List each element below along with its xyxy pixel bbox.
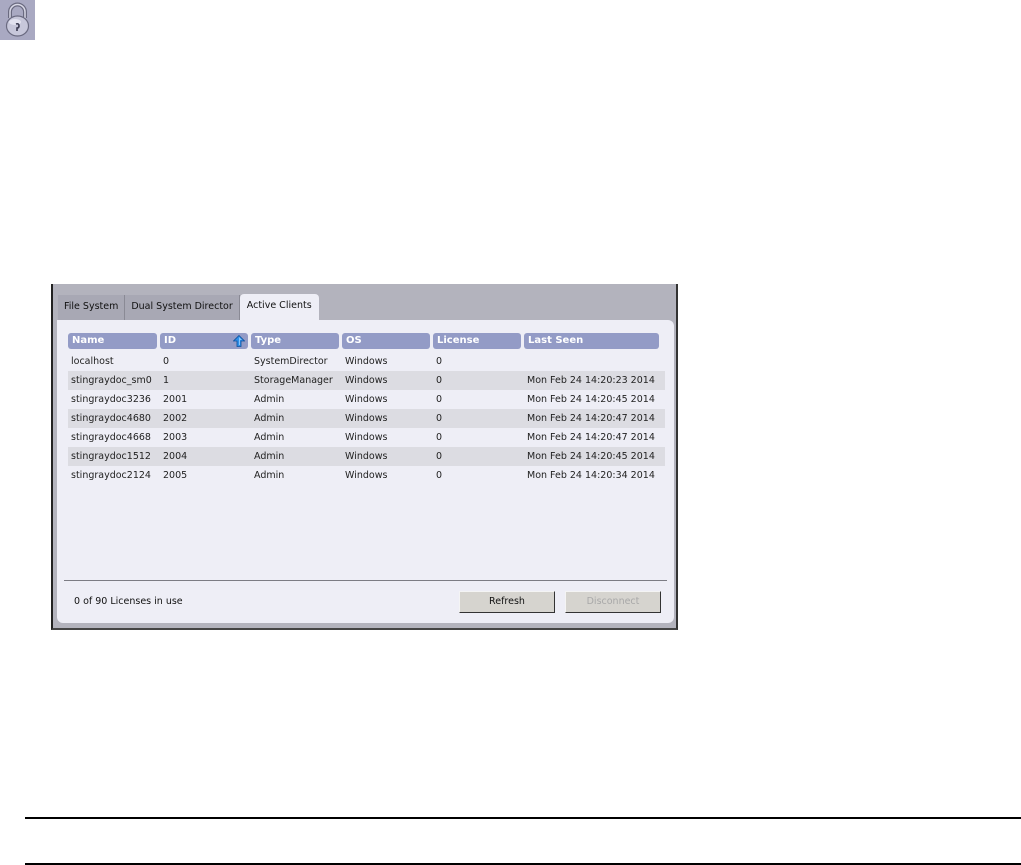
tab-dual-system-director[interactable]: Dual System Director xyxy=(125,295,240,320)
tab-active-clients[interactable]: Active Clients xyxy=(239,294,319,320)
column-header-label: Name xyxy=(72,335,105,346)
cell-type: StorageManager xyxy=(254,375,333,386)
license-status-text: 0 of 90 Licenses in use xyxy=(74,596,183,607)
cell-os: Windows xyxy=(345,375,388,386)
table-body: localhost 0 SystemDirector Windows 0 sti… xyxy=(68,352,665,485)
active-clients-panel: Name ID Type OS License Last Seen localh… xyxy=(57,320,674,623)
cell-os: Windows xyxy=(345,451,388,462)
horizontal-rule xyxy=(25,817,1021,819)
cell-os: Windows xyxy=(345,470,388,481)
cell-name: stingraydoc4668 xyxy=(71,432,151,443)
disconnect-button[interactable]: Disconnect xyxy=(565,591,661,613)
cell-last-seen xyxy=(524,352,659,371)
table-header: Name ID Type OS License Last Seen xyxy=(68,333,665,349)
cell-last-seen: Mon Feb 24 14:20:47 2014 xyxy=(527,413,655,424)
column-header-label: OS xyxy=(346,335,362,346)
column-header-os[interactable]: OS xyxy=(342,333,430,349)
cell-license: 0 xyxy=(436,451,443,462)
cell-id: 2005 xyxy=(163,470,188,481)
active-clients-window: File System Dual System Director Active … xyxy=(51,284,678,630)
cell-license: 0 xyxy=(436,432,443,443)
table-row[interactable]: localhost 0 SystemDirector Windows 0 xyxy=(68,352,665,371)
cell-type: Admin xyxy=(254,451,285,462)
column-header-type[interactable]: Type xyxy=(251,333,339,349)
column-header-label: License xyxy=(437,335,480,346)
cell-license: 0 xyxy=(436,375,443,386)
column-header-label: Type xyxy=(255,335,282,346)
cell-name: stingraydoc3236 xyxy=(71,394,151,405)
cell-last-seen: Mon Feb 24 14:20:47 2014 xyxy=(527,432,655,443)
table-row[interactable]: stingraydoc4668 2003 Admin Windows 0 Mon… xyxy=(68,428,665,447)
cell-id: 0 xyxy=(163,356,170,367)
footer-divider xyxy=(64,580,667,581)
lock-icon xyxy=(0,0,35,40)
column-header-license[interactable]: License xyxy=(433,333,521,349)
cell-type: SystemDirector xyxy=(254,356,328,367)
cell-last-seen: Mon Feb 24 14:20:45 2014 xyxy=(527,394,655,405)
cell-os: Windows xyxy=(345,394,388,405)
cell-os: Windows xyxy=(345,413,388,424)
table-row[interactable]: stingraydoc1512 2004 Admin Windows 0 Mon… xyxy=(68,447,665,466)
cell-id: 2001 xyxy=(163,394,188,405)
table-row[interactable]: stingraydoc4680 2002 Admin Windows 0 Mon… xyxy=(68,409,665,428)
cell-last-seen: Mon Feb 24 14:20:45 2014 xyxy=(527,451,655,462)
cell-type: Admin xyxy=(254,432,285,443)
tab-strip: File System Dual System Director Active … xyxy=(58,294,319,320)
cell-name: localhost xyxy=(71,356,114,367)
clients-table: Name ID Type OS License Last Seen localh… xyxy=(68,333,665,485)
refresh-button[interactable]: Refresh xyxy=(459,591,555,613)
cell-type: Admin xyxy=(254,470,285,481)
cell-name: stingraydoc4680 xyxy=(71,413,151,424)
cell-name: stingraydoc1512 xyxy=(71,451,151,462)
cell-os: Windows xyxy=(345,432,388,443)
column-header-label: ID xyxy=(164,335,177,346)
cell-license: 0 xyxy=(436,470,443,481)
cell-os: Windows xyxy=(345,356,388,367)
cell-name: stingraydoc2124 xyxy=(71,470,151,481)
column-header-name[interactable]: Name xyxy=(68,333,157,349)
cell-last-seen: Mon Feb 24 14:20:34 2014 xyxy=(527,470,655,481)
column-header-label: Last Seen xyxy=(528,335,584,346)
table-row[interactable]: stingraydoc2124 2005 Admin Windows 0 Mon… xyxy=(68,466,665,485)
cell-id: 2004 xyxy=(163,451,188,462)
cell-name: stingraydoc_sm0 xyxy=(71,375,152,386)
cell-type: Admin xyxy=(254,394,285,405)
column-header-id[interactable]: ID xyxy=(160,333,248,349)
cell-id: 2003 xyxy=(163,432,188,443)
cell-license: 0 xyxy=(436,356,443,367)
cell-id: 1 xyxy=(163,375,170,386)
cell-last-seen: Mon Feb 24 14:20:23 2014 xyxy=(527,375,655,386)
table-row[interactable]: stingraydoc3236 2001 Admin Windows 0 Mon… xyxy=(68,390,665,409)
tab-file-system[interactable]: File System xyxy=(58,295,126,320)
table-row[interactable]: stingraydoc_sm0 1 StorageManager Windows… xyxy=(68,371,665,390)
column-header-last-seen[interactable]: Last Seen xyxy=(524,333,659,349)
cell-type: Admin xyxy=(254,413,285,424)
cell-license: 0 xyxy=(436,413,443,424)
sort-ascending-icon xyxy=(233,335,245,347)
cell-license: 0 xyxy=(436,394,443,405)
cell-id: 2002 xyxy=(163,413,188,424)
